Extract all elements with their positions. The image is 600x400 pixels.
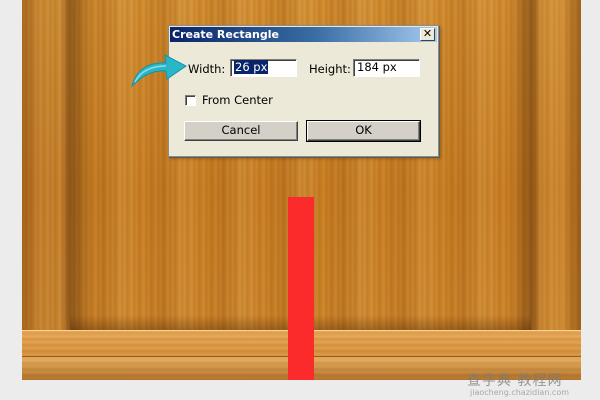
document-canvas: Create Rectangle ✕ Width: 26 px Height: … — [0, 0, 600, 400]
width-label: Width: — [188, 62, 226, 76]
from-center-label[interactable]: From Center — [202, 93, 273, 107]
watermark-url: jiaocheng.chazidian.com — [470, 388, 570, 397]
close-button[interactable]: ✕ — [420, 28, 435, 41]
from-center-checkbox[interactable] — [185, 95, 196, 106]
cabinet-frame-right — [531, 0, 581, 340]
dialog-titlebar[interactable]: Create Rectangle ✕ — [170, 27, 437, 42]
width-field[interactable]: 26 px — [230, 59, 297, 77]
cabinet-frame-left — [22, 0, 70, 340]
curved-arrow-icon — [131, 54, 187, 88]
watermark-text: 查字典 教程网 — [467, 373, 563, 389]
height-value: 184 px — [357, 60, 397, 74]
cabinet-inner-shadow-right — [513, 0, 531, 330]
cancel-button-label: Cancel — [221, 123, 261, 137]
height-label: Height: — [309, 62, 351, 76]
dialog-title: Create Rectangle — [172, 28, 279, 41]
close-icon: ✕ — [422, 27, 433, 40]
red-rectangle-shape[interactable] — [288, 197, 314, 380]
width-value: 26 px — [234, 60, 269, 74]
ok-button[interactable]: OK — [306, 120, 421, 142]
height-field[interactable]: 184 px — [353, 59, 420, 77]
create-rectangle-dialog: Create Rectangle ✕ Width: 26 px Height: … — [168, 25, 439, 157]
cabinet-inner-shadow-left — [70, 0, 92, 330]
ok-button-label: OK — [355, 123, 372, 137]
cancel-button[interactable]: Cancel — [184, 121, 298, 141]
